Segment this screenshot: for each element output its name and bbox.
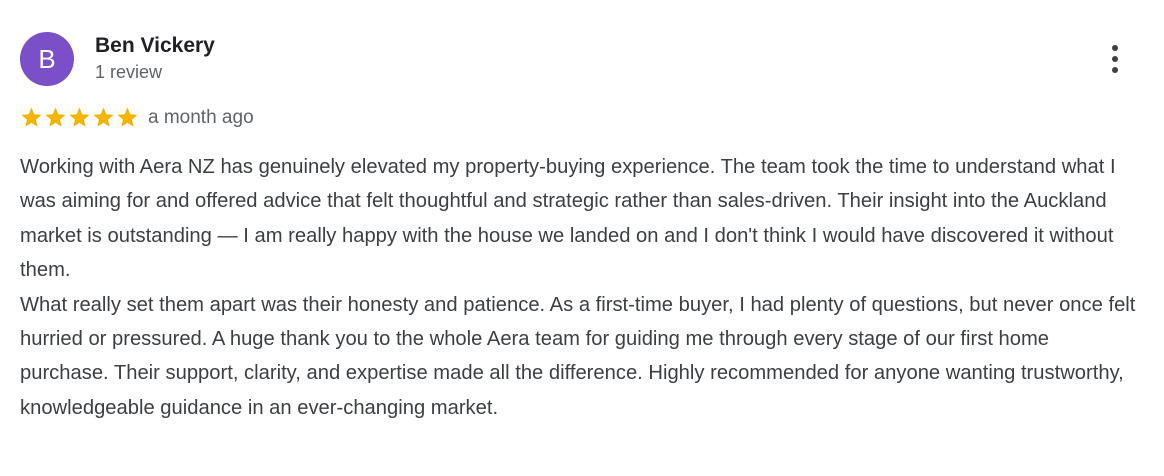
star-icon xyxy=(45,107,66,127)
star-rating xyxy=(20,106,139,130)
more-options-button[interactable] xyxy=(1100,40,1130,78)
review-paragraph: What really set them apart was their hon… xyxy=(20,293,1136,419)
avatar[interactable]: B xyxy=(20,32,74,86)
review-card: B Ben Vickery 1 review a month ago Worki… xyxy=(0,0,1164,476)
review-time: a month ago xyxy=(148,107,254,128)
reviewer-review-count: 1 review xyxy=(95,62,163,82)
review-paragraph: Working with Aera NZ has genuinely eleva… xyxy=(20,156,1116,282)
more-vertical-icon xyxy=(1112,45,1118,73)
reviewer-name[interactable]: Ben Vickery xyxy=(95,33,215,59)
star-icon xyxy=(117,107,138,127)
star-icon xyxy=(93,107,114,127)
star-icon xyxy=(69,107,90,127)
review-text: Working with Aera NZ has genuinely eleva… xyxy=(20,150,1138,425)
star-icon xyxy=(21,107,42,127)
